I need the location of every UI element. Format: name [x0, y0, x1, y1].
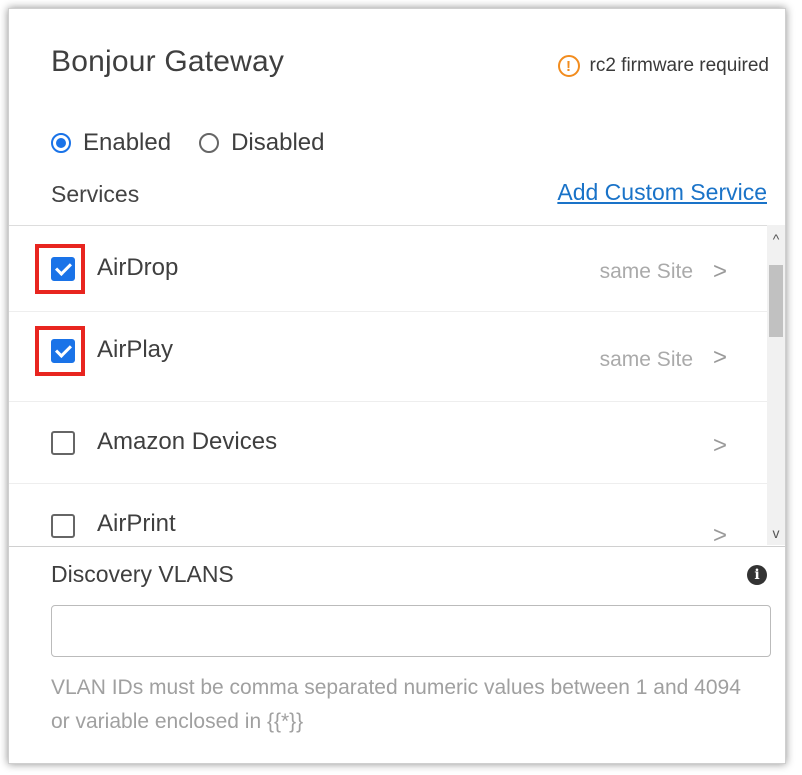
panel-title: Bonjour Gateway	[51, 45, 285, 78]
scroll-up-arrow-icon[interactable]: ^	[769, 231, 783, 247]
chevron-right-icon[interactable]: >	[713, 432, 727, 460]
discovery-vlans-input[interactable]	[51, 605, 771, 657]
airdrop-checkbox[interactable]	[51, 257, 75, 281]
service-label-airplay: AirPlay	[97, 336, 174, 363]
service-label-airdrop: AirDrop	[97, 254, 179, 281]
info-icon[interactable]: i	[747, 565, 767, 585]
warning-icon: !	[557, 55, 580, 77]
firmware-warning-text: rc2 firmware required	[589, 55, 770, 76]
scroll-down-arrow-icon[interactable]: v	[769, 525, 783, 541]
discovery-vlans-hint: VLAN IDs must be comma separated numeric…	[51, 676, 741, 733]
mode-radio-group: Enabled Disabled	[51, 129, 352, 157]
chevron-right-icon[interactable]: >	[713, 344, 727, 372]
services-scrollbar[interactable]: ^ v	[767, 225, 785, 545]
radio-enabled[interactable]: Enabled	[51, 129, 171, 157]
service-row-airdrop[interactable]: AirDrop same Site >	[9, 226, 769, 312]
scrollbar-thumb[interactable]	[769, 265, 783, 337]
services-label: Services	[51, 181, 140, 207]
bonjour-gateway-panel: Bonjour Gateway ! rc2 firmware required …	[8, 8, 786, 764]
service-scope-airdrop: same Site	[599, 260, 693, 283]
radio-disabled[interactable]: Disabled	[199, 129, 324, 157]
service-label-amazon-devices: Amazon Devices	[97, 428, 278, 455]
firmware-warning: ! rc2 firmware required	[557, 55, 770, 77]
radio-enabled-label: Enabled	[83, 129, 172, 156]
discovery-vlans-label: Discovery VLANS	[51, 561, 234, 587]
radio-disabled-indicator[interactable]	[199, 133, 220, 153]
chevron-right-icon[interactable]: >	[713, 522, 727, 546]
radio-enabled-indicator[interactable]	[51, 133, 71, 153]
add-custom-service-link[interactable]: Add Custom Service	[557, 179, 767, 206]
airprint-checkbox[interactable]	[51, 514, 75, 538]
airplay-checkbox[interactable]	[51, 339, 75, 363]
amazon-devices-checkbox[interactable]	[51, 431, 75, 455]
service-label-airprint: AirPrint	[97, 510, 176, 537]
radio-disabled-label: Disabled	[231, 129, 325, 156]
service-scope-airplay: same Site	[599, 348, 693, 371]
service-row-airplay[interactable]: AirPlay same Site >	[9, 312, 769, 402]
services-list: AirDrop same Site > AirPlay same Site > …	[9, 225, 785, 547]
service-row-airprint[interactable]: AirPrint >	[9, 484, 769, 546]
service-row-amazon-devices[interactable]: Amazon Devices >	[9, 402, 769, 484]
chevron-right-icon[interactable]: >	[713, 258, 727, 286]
